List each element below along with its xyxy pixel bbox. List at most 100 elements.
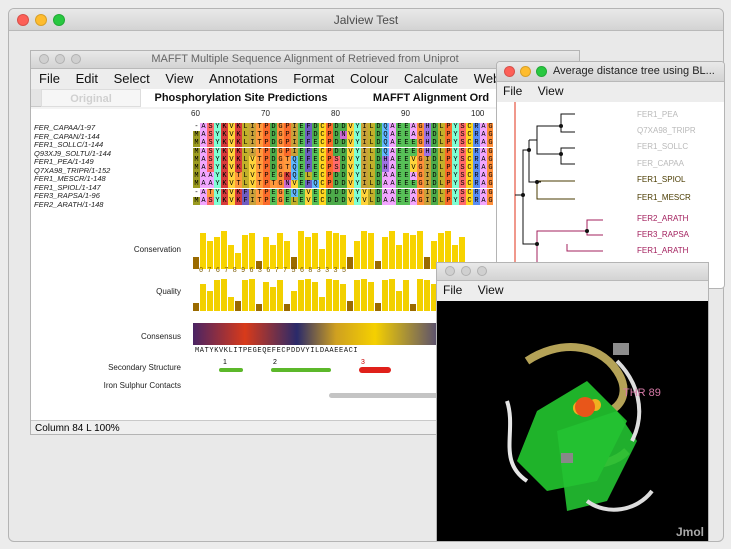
residue-cell: C <box>466 123 473 131</box>
annotation-bar <box>228 297 234 311</box>
residue-cell: A <box>480 172 487 181</box>
tree-leaf-label[interactable]: FER3_RAPSA <box>637 230 689 239</box>
residue-cell: F <box>305 180 312 189</box>
minimize-icon[interactable] <box>461 266 471 276</box>
zoom-icon[interactable] <box>477 266 487 276</box>
jmol-menu-view[interactable]: View <box>478 283 504 297</box>
residue-cell: Y <box>214 180 221 189</box>
residue-cell: A <box>410 196 417 205</box>
residue-cell: D <box>270 164 277 172</box>
menu-format[interactable]: Format <box>293 71 334 86</box>
annotation-bar <box>354 241 360 269</box>
residue-cell: C <box>319 196 326 205</box>
residue-cell: S <box>459 147 466 156</box>
residue-cell: P <box>445 139 452 148</box>
residue-cell: K <box>235 147 242 156</box>
annotation-bar <box>410 304 416 311</box>
residue-cell: E <box>312 164 319 172</box>
residue-cell: Y <box>452 196 459 205</box>
residue-cell: R <box>473 139 480 148</box>
annotation-bar <box>375 302 381 311</box>
minimize-icon[interactable] <box>520 66 531 77</box>
residue-cell: A <box>410 131 417 140</box>
residue-cell: E <box>403 131 410 140</box>
residue-cell: T <box>284 155 291 164</box>
residue-cell: Y <box>452 188 459 197</box>
tree-leaf-label[interactable]: FER2_ARATH <box>637 214 688 223</box>
tree-canvas[interactable]: FER1_PEA Q7XA98_TRIPR FER1_SOLLC FER_CAPAA F… <box>497 102 724 288</box>
menu-select[interactable]: Select <box>114 71 150 86</box>
residue-cell: R <box>473 131 480 140</box>
residue-cell: C <box>319 164 326 172</box>
sequence-alignment-grid[interactable]: -ASYKVKLITPDGPIEFDCPDDVYILDQAEEAGHDLPYSC… <box>193 123 493 205</box>
tab-mafft-order[interactable]: MAFFT Alignment Ord <box>341 89 521 107</box>
tab-phosphorylation[interactable]: Phosphorylation Site Predictions <box>141 89 341 107</box>
residue-cell: D <box>340 188 347 197</box>
residue-cell: P <box>263 188 270 197</box>
residue-cell: E <box>298 164 305 172</box>
tree-window: Average distance tree using BL... File V… <box>496 61 725 289</box>
residue-cell: D <box>431 123 438 131</box>
sequence-name[interactable]: FER2_ARATH/1-148 <box>34 200 189 209</box>
tab-original[interactable]: Original <box>41 89 141 107</box>
residue-cell: A <box>480 164 487 172</box>
residue-cell: D <box>333 131 340 140</box>
residue-cell: K <box>235 123 242 131</box>
residue-cell: I <box>361 164 368 172</box>
residue-cell: Y <box>354 188 361 197</box>
tree-leaf-label[interactable]: FER_CAPAA <box>637 159 684 168</box>
ruler-70: 70 <box>261 109 270 118</box>
close-icon[interactable] <box>504 66 515 77</box>
residue-cell: G <box>277 139 284 148</box>
residue-cell: L <box>438 164 445 172</box>
horizontal-scrollbar[interactable] <box>329 393 449 398</box>
residue-cell: D <box>333 172 340 181</box>
residue-cell: F <box>305 155 312 164</box>
residue-cell: Y <box>214 139 221 148</box>
residue-cell: L <box>438 147 445 156</box>
residue-cell: Q <box>291 155 298 164</box>
residue-cell: K <box>235 131 242 140</box>
tree-leaf-label[interactable]: FER1_SOLLC <box>637 142 688 151</box>
residue-cell: A <box>200 123 207 131</box>
jmol-menubar: File View <box>437 281 708 301</box>
menu-view[interactable]: View <box>165 71 193 86</box>
tree-menu-view[interactable]: View <box>538 84 564 98</box>
menu-annotations[interactable]: Annotations <box>209 71 278 86</box>
residue-cell: D <box>431 188 438 197</box>
residue-cell: G <box>487 147 493 156</box>
close-icon[interactable] <box>445 266 455 276</box>
tree-leaf-label[interactable]: Q7XA98_TRIPR <box>637 126 696 135</box>
annotation-bar <box>305 278 311 311</box>
residue-cell: V <box>347 131 354 140</box>
residue-cell: D <box>375 139 382 148</box>
residue-cell: K <box>221 164 228 172</box>
residue-cell: P <box>284 131 291 140</box>
residue-cell: L <box>242 164 249 172</box>
menu-edit[interactable]: Edit <box>76 71 98 86</box>
annotation-bar <box>347 300 353 311</box>
menu-calculate[interactable]: Calculate <box>404 71 458 86</box>
residue-cell: Y <box>214 123 221 131</box>
residue-cell: P <box>445 131 452 140</box>
residue-cell: G <box>277 188 284 197</box>
residue-cell: Y <box>354 131 361 140</box>
tree-leaf-label[interactable]: FER1_ARATH <box>637 246 688 255</box>
menu-colour[interactable]: Colour <box>350 71 388 86</box>
tree-leaf-label[interactable]: FER1_PEA <box>637 110 678 119</box>
tree-leaf-label[interactable]: FER1_MESCR <box>637 193 691 202</box>
residue-cell: G <box>277 180 284 189</box>
residue-cell: A <box>389 123 396 131</box>
jmol-3d-viewer[interactable]: THR 89 Jmol <box>437 301 708 541</box>
tree-menu-file[interactable]: File <box>503 84 522 98</box>
jmol-menu-file[interactable]: File <box>443 283 462 297</box>
tree-leaf-label[interactable]: FER1_SPIOL <box>637 175 685 184</box>
menu-file[interactable]: File <box>39 71 60 86</box>
residue-cell: H <box>424 131 431 140</box>
residue-cell: A <box>389 147 396 156</box>
residue-cell: G <box>417 147 424 156</box>
consensus-logo <box>193 323 453 345</box>
zoom-icon[interactable] <box>536 66 547 77</box>
residue-cell: M <box>193 131 200 140</box>
residue-cell: V <box>249 155 256 164</box>
